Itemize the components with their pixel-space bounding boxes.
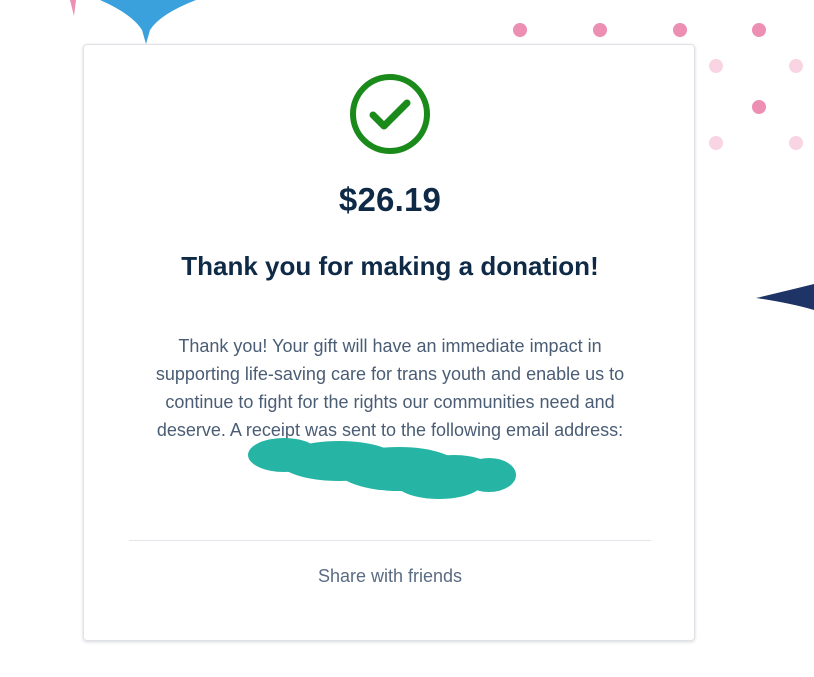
- thank-you-message: Thank you! Your gift will have an immedi…: [155, 336, 625, 440]
- redacted-email: [248, 438, 516, 499]
- thank-you-heading: Thank you for making a donation!: [181, 251, 599, 281]
- navy-wedge-decoration: [756, 284, 814, 310]
- page-background: $26.19 Thank you for making a donation! …: [0, 0, 814, 677]
- donation-amount: $26.19: [338, 181, 442, 218]
- check-circle-icon: [350, 74, 430, 154]
- share-with-friends-link[interactable]: Share with friends: [84, 566, 696, 587]
- donation-confirmation-card: $26.19 Thank you for making a donation! …: [83, 44, 695, 641]
- blue-star-decoration: [100, 0, 196, 44]
- divider: [129, 540, 651, 541]
- pink-shape-decoration: [70, 0, 76, 16]
